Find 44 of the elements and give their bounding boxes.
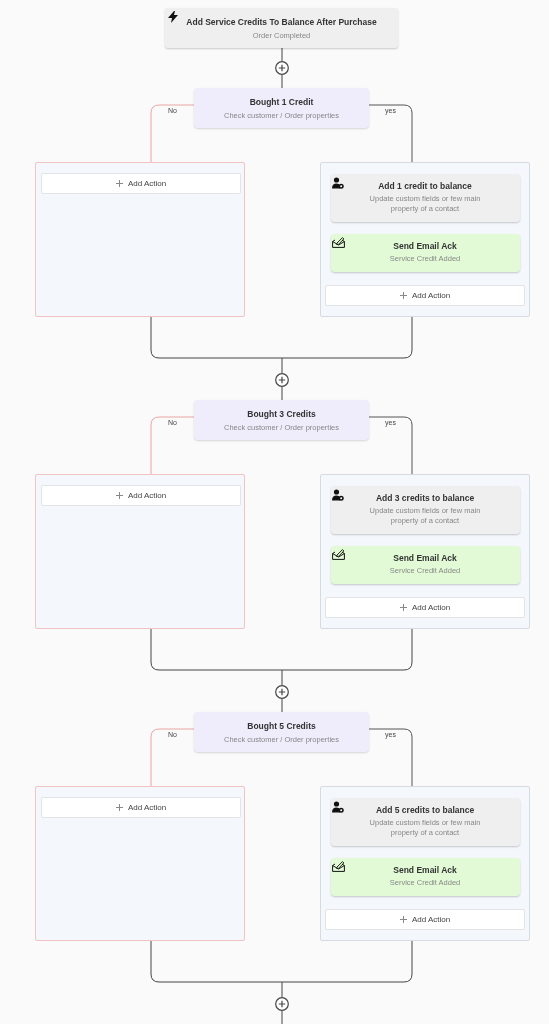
node-title: Bought 3 Credits (247, 408, 316, 419)
add-step-icon[interactable] (275, 373, 289, 387)
connector-line (368, 728, 413, 787)
add-action-button[interactable]: Add Action (41, 173, 241, 194)
plus-icon (115, 804, 123, 811)
node-title: Add 5 credits to balance (375, 805, 475, 816)
user-icon (331, 489, 344, 501)
node-title: Send Email Ack (393, 241, 457, 252)
connector-line (150, 104, 195, 163)
node-title: Add Service Credits To Balance After Purchase (186, 16, 377, 27)
user-icon (331, 801, 344, 813)
node-title: Send Email Ack (393, 865, 457, 876)
connector-line (368, 416, 413, 475)
add-action-button[interactable]: Add Action (41, 485, 241, 506)
add-action-button[interactable]: Add Action (325, 597, 525, 618)
plus-icon (399, 916, 407, 923)
node-title: Add 3 credits to balance (375, 493, 475, 504)
node-title: Bought 1 Credit (249, 96, 314, 107)
lightning-icon (168, 11, 178, 23)
node-title: Add 1 credit to balance (378, 181, 472, 192)
envelope-icon (331, 860, 345, 872)
connector-line (281, 47, 283, 62)
connector-line (281, 698, 283, 712)
envelope-icon (331, 236, 345, 248)
envelope-icon (331, 548, 345, 560)
user-icon (331, 177, 344, 189)
plus-icon (399, 604, 407, 611)
add-action-button[interactable]: Add Action (41, 797, 241, 818)
connector-line (368, 104, 413, 163)
add-step-icon[interactable] (275, 685, 289, 699)
plus-icon (115, 180, 123, 187)
connector-line (150, 728, 195, 787)
node-title: Bought 5 Credits (247, 720, 316, 731)
connector-line (150, 416, 195, 475)
add-step-icon[interactable] (275, 61, 289, 75)
connector-line (281, 386, 283, 400)
add-action-button[interactable]: Add Action (325, 909, 525, 930)
node-title: Send Email Ack (393, 553, 457, 564)
connector-line (281, 74, 283, 88)
plus-icon (399, 292, 407, 299)
connector-line (281, 1010, 283, 1024)
plus-icon (115, 492, 123, 499)
add-action-button[interactable]: Add Action (325, 285, 525, 306)
add-step-icon[interactable] (275, 997, 289, 1011)
